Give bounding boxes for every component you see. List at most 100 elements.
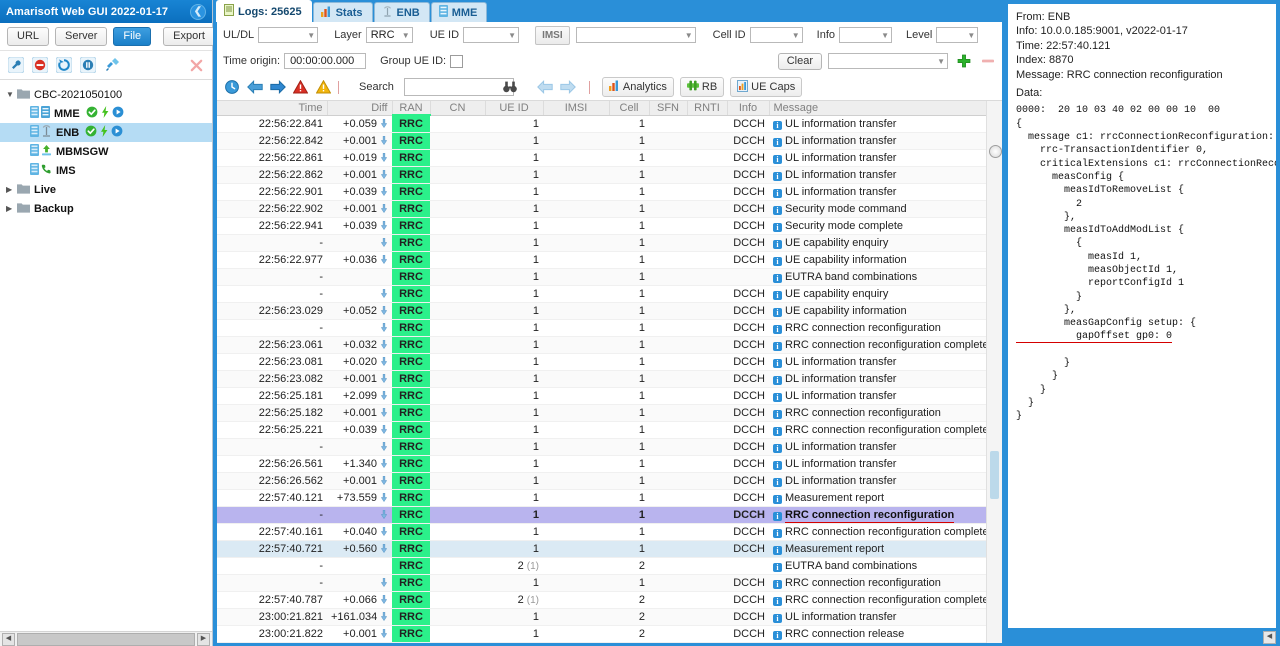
sidebar-horizontal-scrollbar[interactable]: ◀ ▶	[0, 631, 212, 646]
ok-icon[interactable]	[86, 106, 98, 121]
table-row[interactable]: 22:56:22.977 +0.036 RRC 1 1 DCCH i UE capabilit…	[217, 251, 986, 269]
tree-item-ims[interactable]: IMS	[0, 161, 212, 180]
play-icon[interactable]	[111, 125, 123, 140]
ok-icon[interactable]	[85, 125, 97, 140]
col-ueid[interactable]: UE ID	[485, 101, 544, 116]
preset-select[interactable]: ▼	[828, 53, 948, 69]
message-detail[interactable]: From: ENB Info: 10.0.0.185:9001, v2022-0…	[1006, 2, 1278, 630]
table-row[interactable]: 22:56:23.082 +0.001 RRC 1 1 DCCH i DL informati…	[217, 370, 986, 388]
scroll-right-arrow[interactable]: ▶	[197, 632, 210, 646]
server-button[interactable]: Server	[55, 27, 108, 46]
scroll-thumb[interactable]	[990, 451, 999, 499]
tree-item-enb[interactable]: ENB	[0, 123, 212, 142]
warning-icon[interactable]	[315, 79, 332, 96]
logs-table-container[interactable]: Time Diff RAN CN UE ID IMSI Cell SFN RNT…	[217, 101, 986, 643]
col-imsi[interactable]: IMSI	[543, 101, 610, 116]
scroll-knob[interactable]	[989, 145, 1002, 158]
table-row[interactable]: - RRC 1 1 DCCH i RRC connection reconfiguratio…	[217, 319, 986, 337]
tab-enb[interactable]: ENB	[373, 2, 430, 22]
table-row[interactable]: 22:56:25.181 +2.099 RRC 1 1 DCCH i UL informati…	[217, 387, 986, 405]
search-input[interactable]	[403, 78, 514, 96]
time-origin-input[interactable]: 00:00:00.000	[284, 53, 367, 69]
chevron-right-icon[interactable]: ▶	[6, 204, 17, 213]
arrow-left-icon[interactable]	[246, 79, 263, 96]
scroll-thumb[interactable]	[17, 632, 195, 646]
col-cn[interactable]: CN	[430, 101, 486, 116]
refresh-icon[interactable]	[55, 57, 72, 74]
play-icon[interactable]	[112, 106, 124, 121]
table-row[interactable]: 22:56:22.901 +0.039 RRC 1 1 DCCH i UL informati…	[217, 183, 986, 201]
level-select[interactable]: ▼	[936, 27, 979, 43]
table-row[interactable]: 23:00:21.822 +0.001 RRC 1 2 DCCH i RRC connecti…	[217, 625, 986, 643]
table-row[interactable]: - RRC 1 1 i EUTRA band combinations	[217, 268, 986, 286]
tree-item-backup[interactable]: ▶ Backup	[0, 199, 212, 218]
pause-icon[interactable]	[79, 57, 96, 74]
layer-select[interactable]: RRC ▼	[365, 27, 413, 43]
uldl-select[interactable]: ▼	[258, 27, 319, 43]
tree-item-live[interactable]: ▶ Live	[0, 180, 212, 199]
table-row[interactable]: 22:56:26.562 +0.001 RRC 1 1 DCCH i DL informati…	[217, 472, 986, 490]
col-rnti[interactable]: RNTI	[687, 101, 728, 116]
bolt-icon[interactable]	[100, 125, 108, 140]
error-icon[interactable]	[292, 79, 309, 96]
table-row[interactable]: 22:57:40.721 +0.560 RRC 1 1 DCCH i Measurement …	[217, 540, 986, 558]
table-row[interactable]: - RRC 1 1 DCCH i UL information transfer	[217, 438, 986, 456]
table-row[interactable]: - RRC 1 1 DCCH i RRC connection reconfiguratio…	[217, 574, 986, 592]
chevron-left-icon[interactable]: ❮	[190, 3, 206, 20]
table-row[interactable]: - RRC 1 1 DCCH i UE capability enquiry	[217, 234, 986, 252]
search-prev-icon[interactable]	[537, 79, 554, 96]
chevron-down-icon[interactable]: ▼	[6, 90, 17, 99]
table-row[interactable]: 22:56:22.902 +0.001 RRC 1 1 DCCH i Security mod…	[217, 200, 986, 218]
table-row[interactable]: 22:56:23.061 +0.032 RRC 1 1 DCCH i RRC connecti…	[217, 336, 986, 354]
table-row[interactable]: 22:56:25.182 +0.001 RRC 1 1 DCCH i RRC connecti…	[217, 404, 986, 422]
table-row[interactable]: 23:00:21.821 +161.034 RRC 1 2 DCCH i UL informa…	[217, 608, 986, 626]
link-icon[interactable]	[103, 57, 120, 74]
table-vertical-scrollbar[interactable]	[986, 101, 1002, 643]
table-row[interactable]: 22:56:25.221 +0.039 RRC 1 1 DCCH i RRC connecti…	[217, 421, 986, 439]
table-row[interactable]: 22:56:22.841 +0.059 RRC 1 1 DCCH i UL informati…	[217, 115, 986, 133]
col-ran[interactable]: RAN	[392, 101, 431, 116]
table-row[interactable]: 22:56:22.861 +0.019 RRC 1 1 DCCH i UL informati…	[217, 149, 986, 167]
minus-icon[interactable]	[979, 53, 996, 70]
table-row[interactable]: - RRC 1 1 DCCH i UE capability enquiry	[217, 285, 986, 303]
table-row[interactable]: 22:56:22.842 +0.001 RRC 1 1 DCCH i DL informati…	[217, 132, 986, 150]
tab-stats[interactable]: Stats	[312, 2, 373, 22]
cellid-select[interactable]: ▼	[749, 27, 803, 43]
bolt-icon[interactable]	[101, 106, 109, 121]
rb-button[interactable]: RB	[679, 77, 725, 97]
tab-logs[interactable]: Logs: 25625	[216, 0, 312, 22]
file-button[interactable]: File	[113, 27, 152, 46]
col-message[interactable]: Message	[769, 101, 986, 116]
close-icon[interactable]	[188, 57, 205, 74]
uecaps-button[interactable]: UE Caps	[730, 77, 803, 97]
table-row[interactable]: - RRC 2 (1) 2 i EUTRA band combinations	[217, 557, 986, 575]
col-sfn[interactable]: SFN	[649, 101, 688, 116]
tab-mme[interactable]: MME	[430, 2, 488, 22]
ueid-select[interactable]: ▼	[463, 27, 520, 43]
search-next-icon[interactable]	[560, 79, 577, 96]
col-info[interactable]: Info	[727, 101, 770, 116]
tree-item-mbmsgw[interactable]: MBMSGW	[0, 142, 212, 161]
detail-scroll-left-arrow[interactable]: ◀	[1263, 630, 1276, 644]
table-row[interactable]: - RRC 1 1 DCCH i RRC connection reconfiguratio…	[217, 506, 986, 524]
group-ueid-checkbox[interactable]	[450, 54, 464, 68]
arrow-right-icon[interactable]	[269, 79, 286, 96]
table-row[interactable]: 22:57:40.787 +0.066 RRC 2 (1) 2 DCCH i RRC conn…	[217, 591, 986, 609]
col-time[interactable]: Time	[217, 101, 328, 116]
table-row[interactable]: 22:56:23.029 +0.052 RRC 1 1 DCCH i UE capabilit…	[217, 302, 986, 320]
table-row[interactable]: 22:57:40.121 +73.559 RRC 1 1 DCCH i Measurement…	[217, 489, 986, 507]
plus-icon[interactable]	[955, 53, 972, 70]
config-tree[interactable]: ▼ CBC-2021050100 MME ENB MBMSGW IMS ▶ Li…	[0, 80, 212, 631]
col-cell[interactable]: Cell	[609, 101, 650, 116]
clear-button[interactable]: Clear	[777, 52, 822, 70]
wrench-icon[interactable]	[7, 57, 24, 74]
table-row[interactable]: 22:57:40.161 +0.040 RRC 1 1 DCCH i RRC connecti…	[217, 523, 986, 541]
tree-item-cbc[interactable]: ▼ CBC-2021050100	[0, 85, 212, 104]
tree-item-mme[interactable]: MME	[0, 104, 212, 123]
table-row[interactable]: 22:56:23.081 +0.020 RRC 1 1 DCCH i UL informati…	[217, 353, 986, 371]
table-row[interactable]: 22:56:22.941 +0.039 RRC 1 1 DCCH i Security mod…	[217, 217, 986, 235]
chevron-right-icon[interactable]: ▶	[6, 185, 17, 194]
imsi-button[interactable]: IMSI	[535, 25, 570, 45]
scroll-left-arrow[interactable]: ◀	[2, 632, 15, 646]
info-select[interactable]: ▼	[839, 27, 892, 43]
